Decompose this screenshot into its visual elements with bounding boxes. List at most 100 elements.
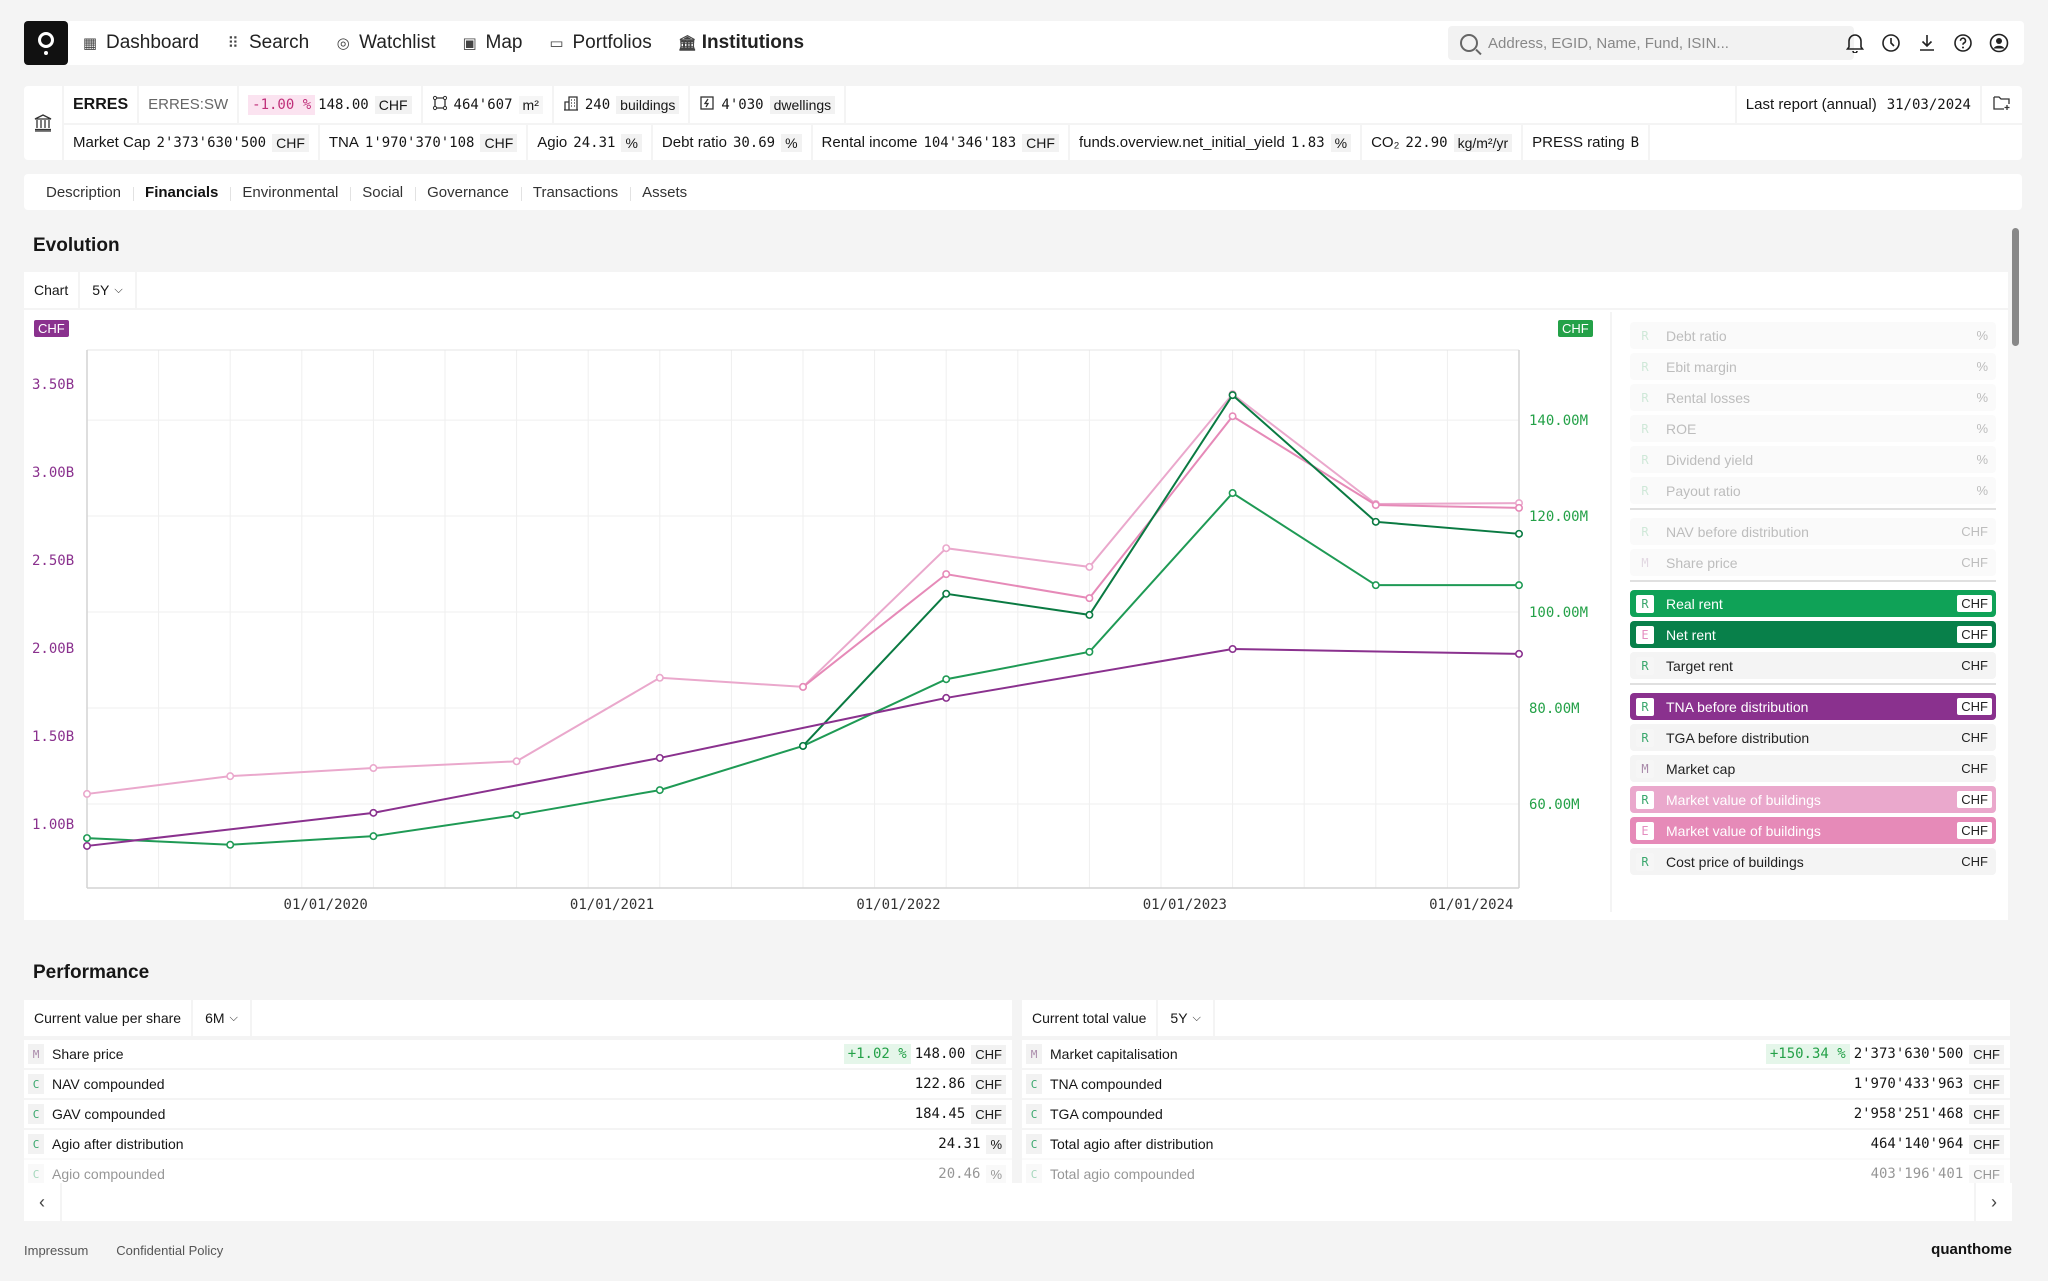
- series-source-badge: E: [1636, 821, 1654, 840]
- legend-item-rental-losses[interactable]: R Rental losses%: [1630, 384, 1996, 411]
- data-point-market-value-of-buildings-r: [512, 757, 521, 766]
- row-source-badge: C: [28, 1134, 44, 1154]
- legend-item-debt-ratio[interactable]: R Debt ratio%: [1630, 322, 1996, 349]
- next-button[interactable]: ›: [1974, 1183, 2012, 1221]
- help-icon[interactable]: [1952, 32, 1974, 54]
- legend-unit: CHF: [1961, 730, 1988, 745]
- legend-item-real-rent[interactable]: R Real rent CHF: [1630, 590, 1996, 617]
- metric-debt-ratio: Debt ratio 30.69%: [653, 125, 813, 160]
- data-point-tna-before-distribution: [1515, 649, 1524, 658]
- search-icon: [1460, 34, 1478, 52]
- legend-unit: %: [1976, 483, 1988, 498]
- row-source-badge: C: [1026, 1164, 1042, 1184]
- per-share-rows: M Share price +1.02 % 148.00 CHF C NAV compoun…: [24, 1038, 1012, 1188]
- left-axis-tick-label: 1.00B: [32, 817, 74, 833]
- legend-item-target-rent[interactable]: R Target rent CHF: [1630, 652, 1996, 679]
- legend-unit: %: [1976, 452, 1988, 467]
- x-axis-tick-label: 01/01/2024: [1429, 897, 1513, 913]
- price-change-badge: -1.00 %: [248, 94, 316, 115]
- last-report: Last report (annual) 31/03/2024: [1734, 86, 1982, 123]
- tab-governance[interactable]: Governance: [415, 184, 521, 201]
- metric-co: CO₂ 22.90 kg/m²/yr: [1362, 125, 1524, 160]
- legend-unit: CHF: [1957, 626, 1992, 643]
- search-input[interactable]: [1488, 34, 1828, 52]
- performance-row-total-agio-after-distribution: C Total agio after distribution 464'140'96…: [1022, 1128, 2010, 1158]
- history-icon[interactable]: [1880, 32, 1902, 54]
- data-point-real-rent: [1515, 581, 1524, 590]
- row-source-badge: C: [28, 1164, 44, 1184]
- row-value: 122.86: [914, 1076, 966, 1092]
- data-point-net-rent: [1228, 391, 1237, 400]
- tab-financials[interactable]: Financials: [133, 184, 230, 201]
- page-scrollbar[interactable]: [2012, 228, 2019, 346]
- row-name: Agio compounded: [52, 1166, 165, 1182]
- nav-item-label: Portfolios: [572, 32, 652, 53]
- add-to-folder-button[interactable]: [1982, 86, 2022, 123]
- data-point-real-rent: [1371, 581, 1380, 590]
- row-value: 464'140'964: [1870, 1136, 1964, 1152]
- legend-item-market-value-of-buildings[interactable]: R Market value of buildings CHF: [1630, 786, 1996, 813]
- row-unit: CHF: [971, 1104, 1006, 1124]
- legend-item-dividend-yield[interactable]: R Dividend yield%: [1630, 446, 1996, 473]
- per-share-period-select[interactable]: 6M ⌵: [193, 1000, 252, 1036]
- legend-divider: [1630, 683, 1996, 685]
- legend-label: Market cap: [1666, 760, 1736, 777]
- total-period-select[interactable]: 5Y ⌵: [1158, 1000, 1215, 1036]
- tab-social[interactable]: Social: [350, 184, 415, 201]
- period-select[interactable]: 5Y ⌵: [80, 272, 137, 308]
- tab-description[interactable]: Description: [34, 184, 133, 201]
- legend-item-market-cap[interactable]: M Market cap CHF: [1630, 755, 1996, 782]
- tab-transactions[interactable]: Transactions: [520, 184, 630, 201]
- footer-link-impressum[interactable]: Impressum: [24, 1243, 88, 1258]
- download-icon[interactable]: [1916, 32, 1938, 54]
- legend-unit: CHF: [1957, 822, 1992, 839]
- price-unit: CHF: [374, 95, 412, 114]
- tab-environmental[interactable]: Environmental: [230, 184, 350, 201]
- legend-item-ebit-margin[interactable]: R Ebit margin%: [1630, 353, 1996, 380]
- fund-summary-row: ERRES ERRES:SW -1.00 % 148.00 CHF 464'60…: [64, 86, 2022, 123]
- dwellings-unit: dwellings: [769, 95, 836, 114]
- data-point-tna-before-distribution: [369, 808, 378, 817]
- nav-item-label: Institutions: [701, 32, 805, 53]
- nav-item-map[interactable]: ▣ Map: [462, 32, 522, 54]
- row-source-badge: C: [1026, 1104, 1042, 1124]
- bell-icon[interactable]: [1844, 32, 1866, 54]
- metric-unit: %: [621, 133, 642, 152]
- legend-item-net-rent[interactable]: E Net rent CHF: [1630, 621, 1996, 648]
- map-icon: ▣: [462, 35, 477, 52]
- nav-item-dashboard[interactable]: ▦ Dashboard: [82, 32, 199, 54]
- nav-item-search[interactable]: ⠿ Search: [225, 32, 309, 54]
- row-name: Market capitalisation: [1050, 1046, 1178, 1062]
- legend-item-market-value-of-buildings[interactable]: E Market value of buildings CHF: [1630, 817, 1996, 844]
- user-avatar-icon[interactable]: [1988, 32, 2010, 54]
- nav-item-watchlist[interactable]: ◎ Watchlist: [335, 32, 436, 54]
- legend-item-tna-before-distribution[interactable]: R TNA before distribution CHF: [1630, 693, 1996, 720]
- row-value: 403'196'401: [1870, 1166, 1964, 1182]
- previous-button[interactable]: ‹: [24, 1183, 62, 1221]
- nav-item-institutions[interactable]: 🏛 Institutions: [678, 32, 804, 54]
- legend-item-tga-before-distribution[interactable]: R TGA before distribution CHF: [1630, 724, 1996, 751]
- series-source-badge: R: [1636, 728, 1654, 747]
- legend-item-payout-ratio[interactable]: R Payout ratio%: [1630, 477, 1996, 504]
- row-name: Total agio after distribution: [1050, 1136, 1214, 1152]
- nav-item-portfolios[interactable]: ▭ Portfolios: [549, 32, 652, 54]
- app-logo[interactable]: [24, 21, 68, 65]
- right-axis-tick-label: 60.00M: [1529, 797, 1580, 813]
- legend-item-share-price[interactable]: M Share price CHF: [1630, 549, 1996, 576]
- data-point-market-value-of-buildings-e: [1085, 594, 1094, 603]
- price-value: 148.00: [318, 96, 369, 113]
- chevron-down-icon: ⌵: [114, 283, 123, 296]
- tab-assets[interactable]: Assets: [630, 184, 699, 201]
- legend-item-roe[interactable]: R ROE%: [1630, 415, 1996, 442]
- total-label: Current total value: [1022, 1000, 1159, 1036]
- legend-unit: %: [1976, 359, 1988, 374]
- data-point-real-rent: [369, 832, 378, 841]
- evolution-title: Evolution: [33, 235, 120, 256]
- dashboard-icon: ▦: [82, 35, 98, 52]
- row-name: TNA compounded: [1050, 1076, 1163, 1092]
- legend-item-nav-before-distribution[interactable]: R NAV before distribution CHF: [1630, 518, 1996, 545]
- row-source-badge: C: [1026, 1074, 1042, 1094]
- legend-item-cost-price-of-buildings[interactable]: R Cost price of buildings CHF: [1630, 848, 1996, 875]
- search-box[interactable]: [1448, 26, 1854, 60]
- footer-link-confidential-policy[interactable]: Confidential Policy: [116, 1243, 223, 1258]
